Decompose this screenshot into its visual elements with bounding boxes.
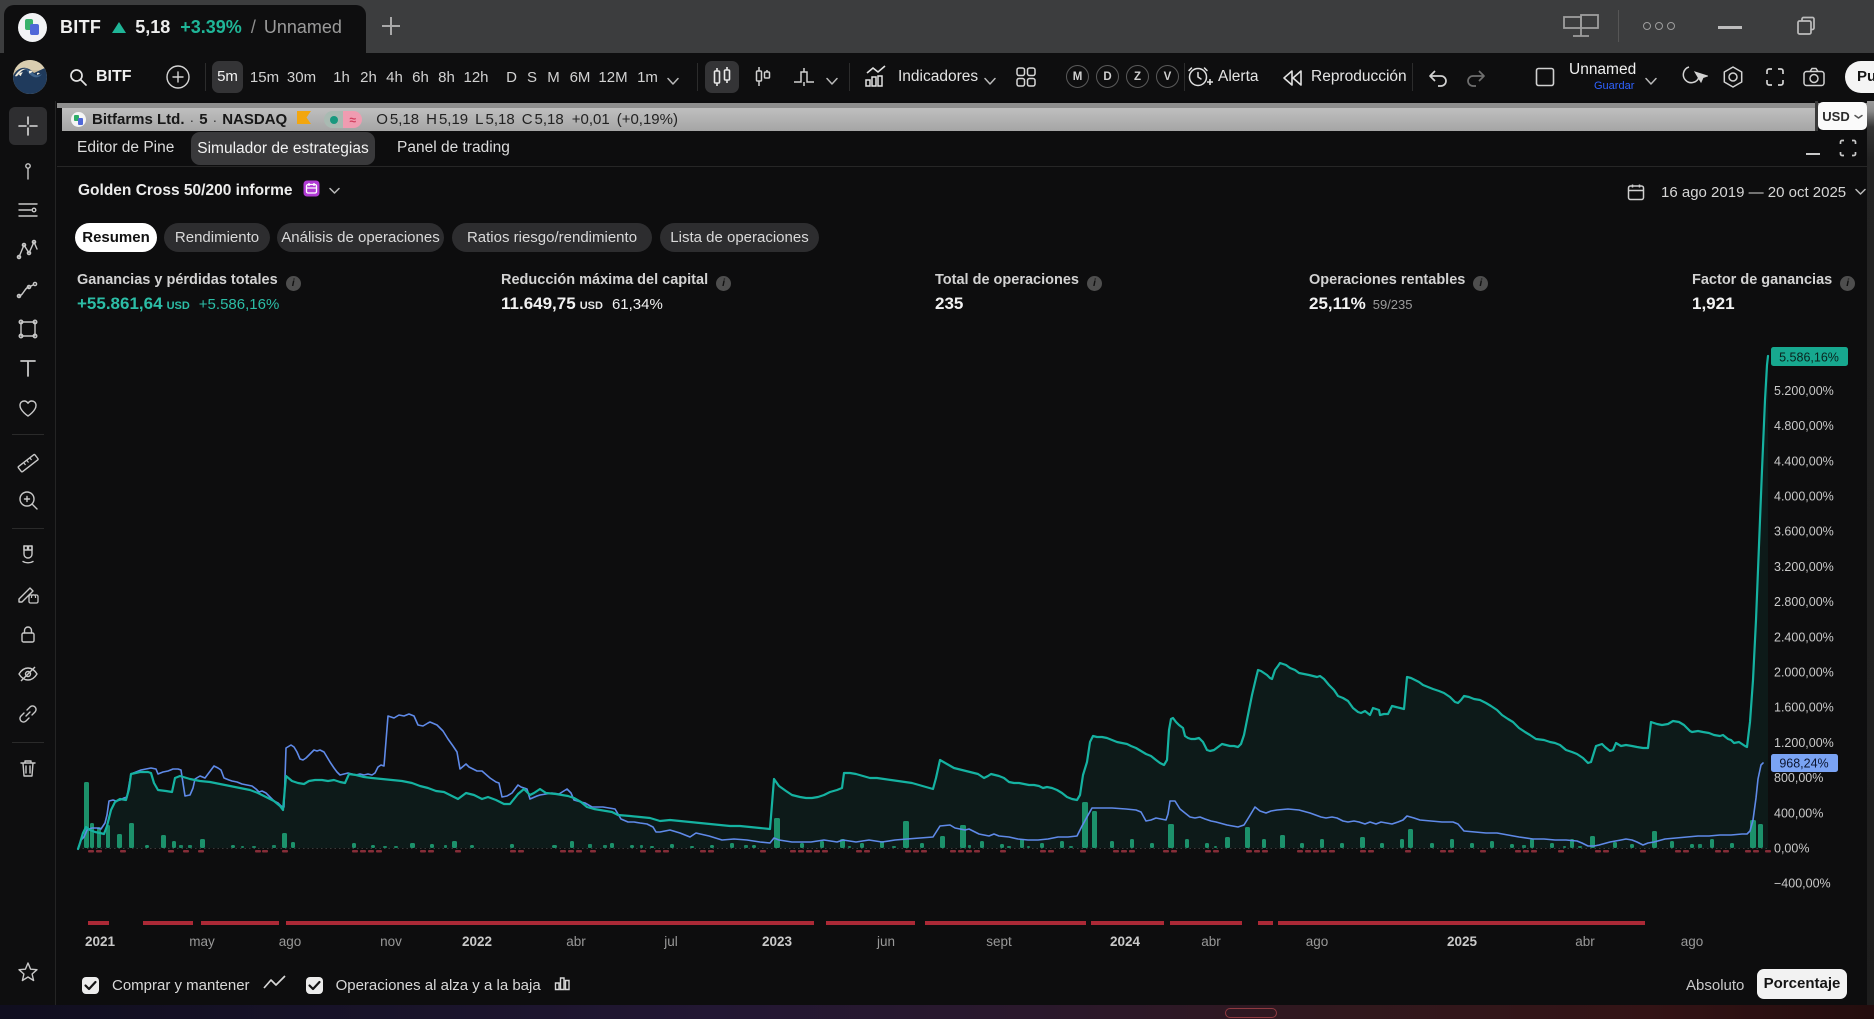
svg-text:0,00%: 0,00% [1774, 842, 1809, 856]
svg-text:1.600,00%: 1.600,00% [1774, 701, 1834, 715]
svg-text:400,00%: 400,00% [1774, 806, 1823, 820]
svg-text:3.600,00%: 3.600,00% [1774, 525, 1834, 539]
svg-text:1.200,00%: 1.200,00% [1774, 736, 1834, 750]
svg-text:ago: ago [1306, 934, 1329, 949]
svg-text:2023: 2023 [762, 934, 793, 949]
svg-text:2.800,00%: 2.800,00% [1774, 595, 1834, 609]
svg-text:jul: jul [663, 934, 678, 949]
svg-text:2.400,00%: 2.400,00% [1774, 630, 1834, 644]
svg-text:968,24%: 968,24% [1779, 757, 1828, 771]
svg-text:−400,00%: −400,00% [1774, 877, 1831, 891]
svg-text:abr: abr [1575, 934, 1595, 949]
svg-text:3.200,00%: 3.200,00% [1774, 560, 1834, 574]
svg-text:4.800,00%: 4.800,00% [1774, 419, 1834, 433]
svg-text:4.400,00%: 4.400,00% [1774, 454, 1834, 468]
svg-text:abr: abr [566, 934, 586, 949]
svg-text:nov: nov [380, 934, 402, 949]
svg-text:5.586,16%: 5.586,16% [1779, 351, 1839, 365]
svg-text:800,00%: 800,00% [1774, 771, 1823, 785]
svg-text:abr: abr [1201, 934, 1221, 949]
svg-text:5.200,00%: 5.200,00% [1774, 384, 1834, 398]
svg-text:2024: 2024 [1110, 934, 1141, 949]
svg-text:ago: ago [279, 934, 302, 949]
svg-text:ago: ago [1681, 934, 1704, 949]
svg-text:2021: 2021 [85, 934, 116, 949]
svg-text:2.000,00%: 2.000,00% [1774, 666, 1834, 680]
svg-text:sept: sept [986, 934, 1012, 949]
svg-text:may: may [189, 934, 215, 949]
svg-text:2025: 2025 [1447, 934, 1478, 949]
svg-text:jun: jun [876, 934, 895, 949]
svg-text:2022: 2022 [462, 934, 492, 949]
svg-text:4.000,00%: 4.000,00% [1774, 490, 1834, 504]
